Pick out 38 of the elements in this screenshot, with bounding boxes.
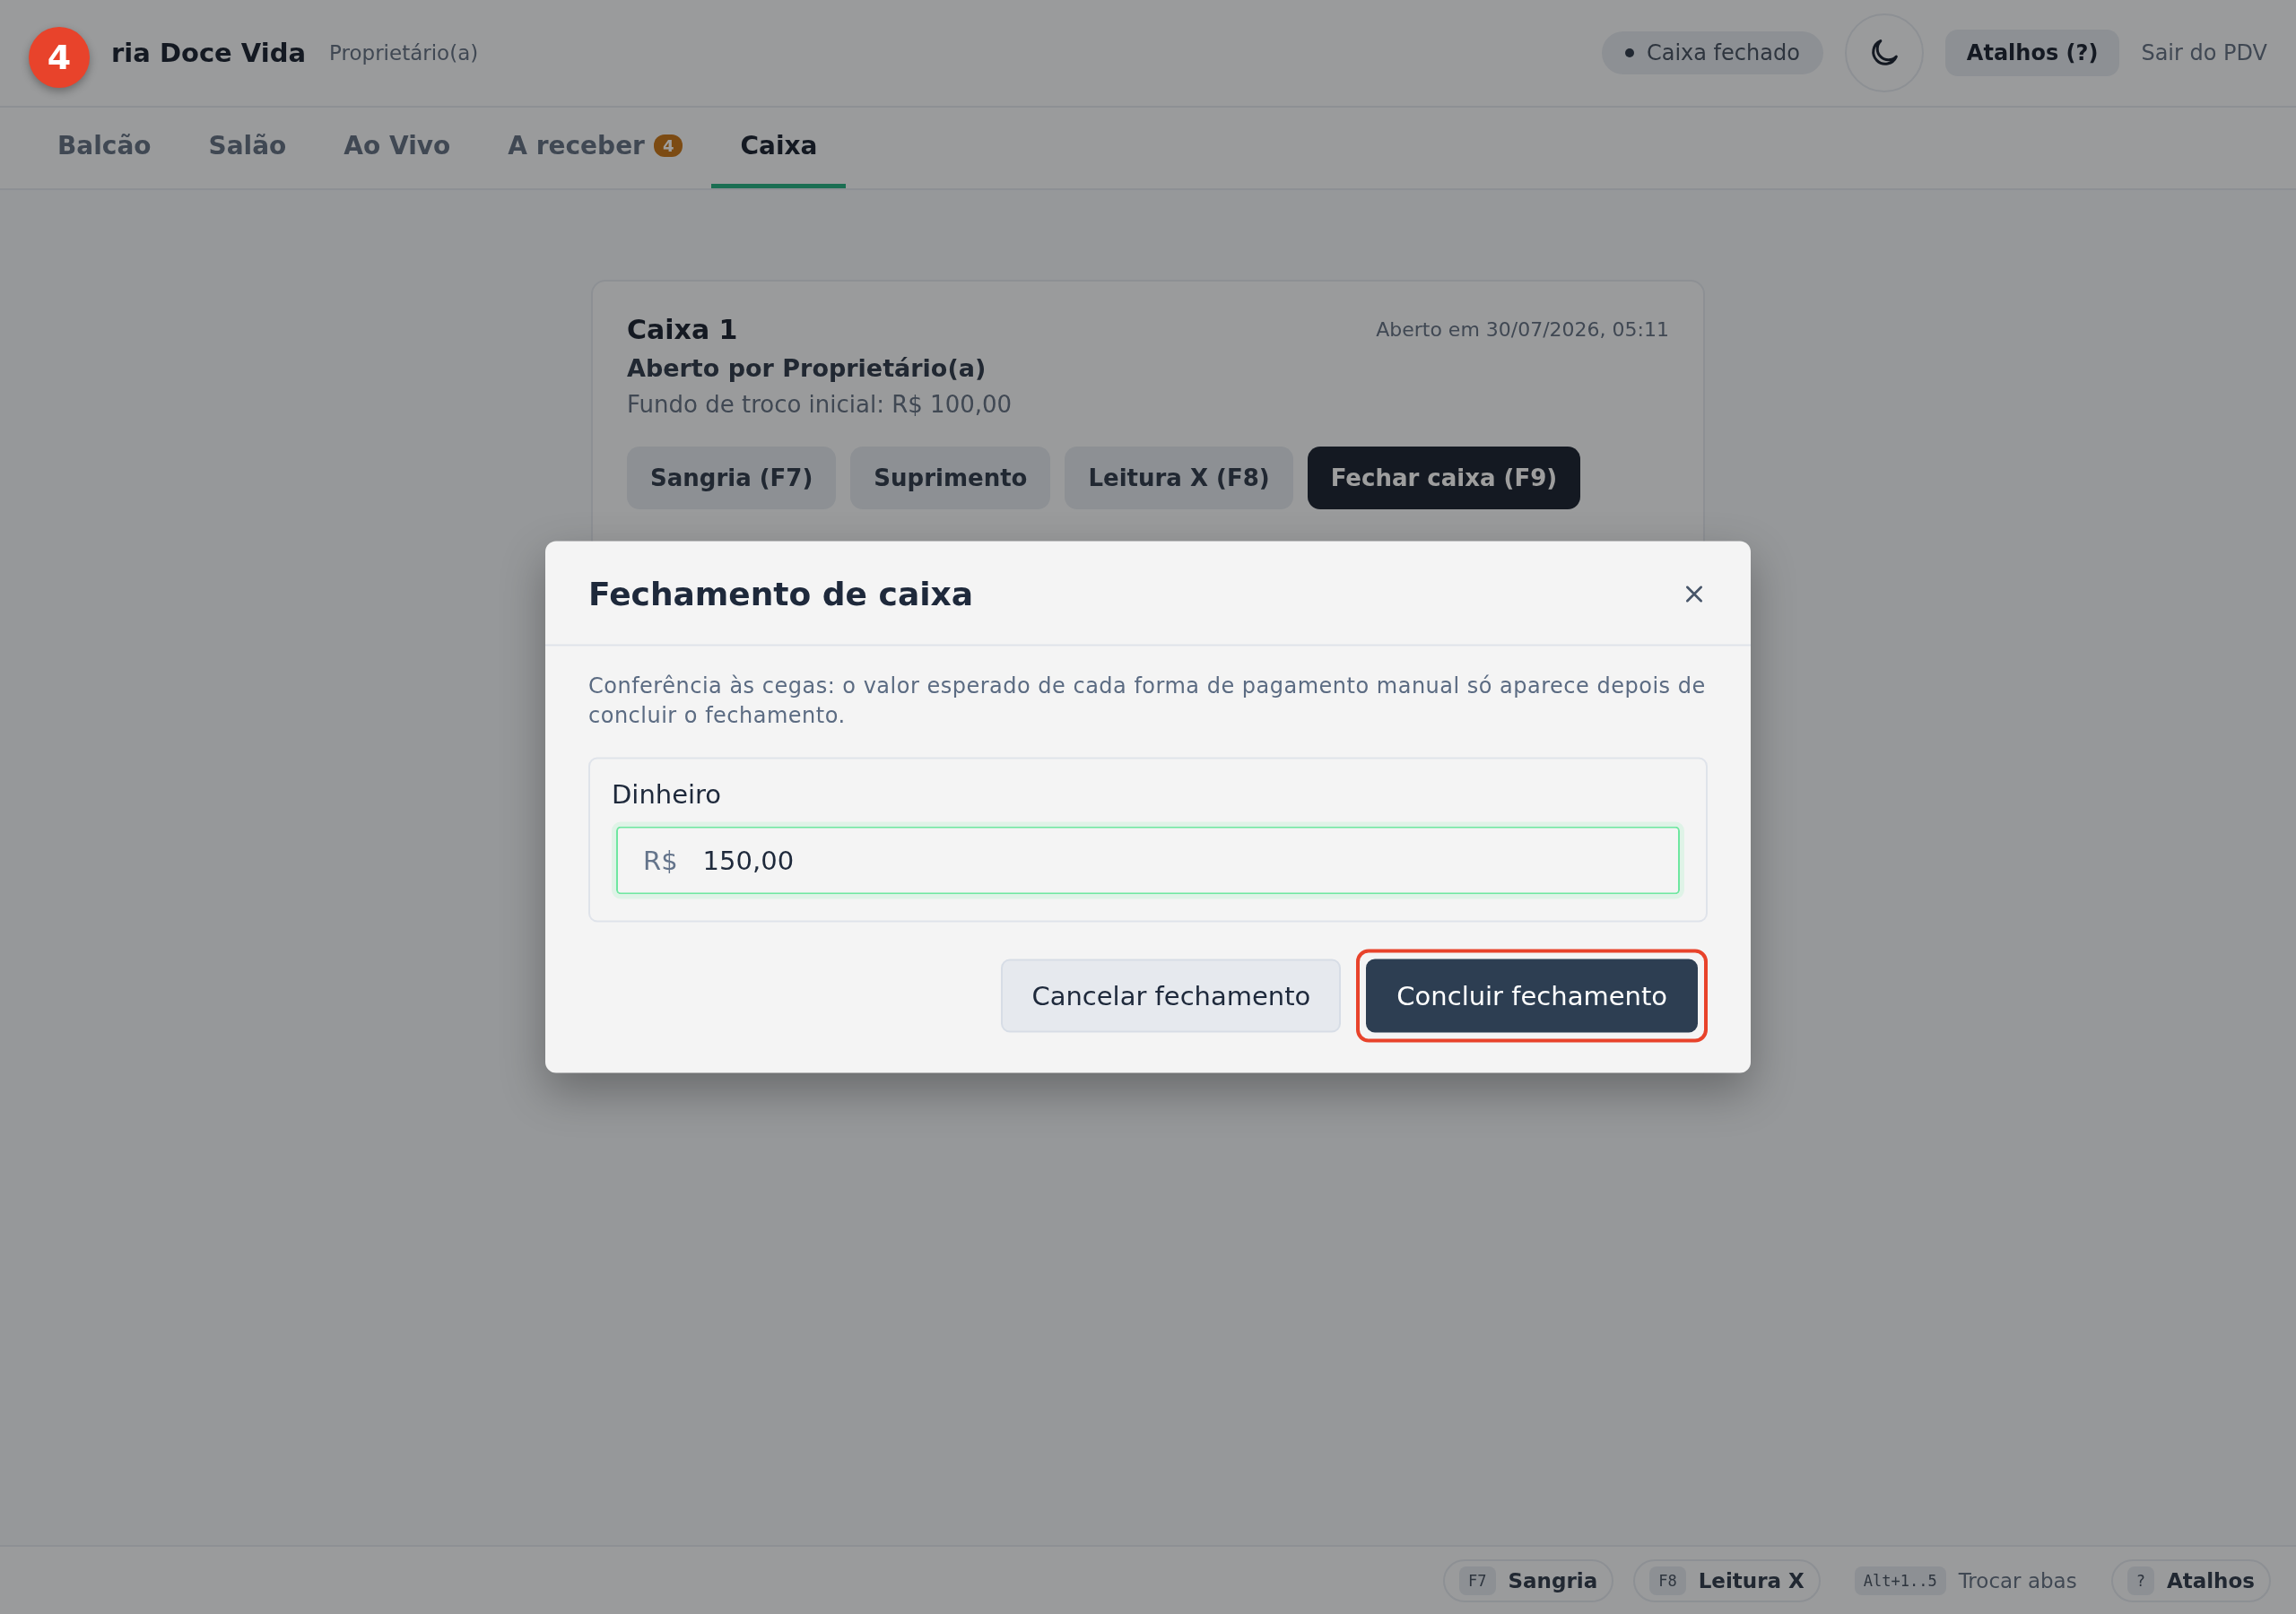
- status-dot-icon: [1624, 48, 1634, 57]
- action-button[interactable]: Suprimento: [850, 447, 1051, 509]
- brand-name: ria Doce Vida: [111, 38, 307, 68]
- tab[interactable]: Salão: [179, 108, 316, 188]
- tab[interactable]: Ao Vivo: [315, 108, 480, 188]
- register-title: Caixa 1: [627, 314, 738, 345]
- count-badge: 4: [653, 134, 683, 157]
- tab[interactable]: Caixa: [711, 108, 847, 188]
- tab[interactable]: Balcão: [29, 108, 180, 188]
- action-button[interactable]: Leitura X (F8): [1065, 447, 1293, 509]
- cancel-button[interactable]: Cancelar fechamento: [1001, 959, 1342, 1033]
- key-cap: Alt+1..5: [1854, 1566, 1946, 1595]
- action-button[interactable]: Fechar caixa (F9): [1307, 447, 1581, 509]
- close-icon: [1684, 584, 1704, 603]
- initial-change: Fundo de troco inicial: R$ 100,00: [627, 391, 1013, 418]
- opened-by: Aberto por Proprietário(a): [627, 354, 987, 382]
- shortcut-hint[interactable]: F8 Leitura X: [1633, 1558, 1821, 1602]
- dialog-note: Conferência às cegas: o valor esperado de cada forma de pagamento manual só aparece depois de concluir o fechamento.: [588, 672, 1707, 730]
- dialog-title: Fechamento de caixa: [588, 575, 974, 612]
- hint-label: Trocar abas: [1958, 1568, 2077, 1592]
- opened-date: Aberto em 30/07/2026, 05:11: [1376, 318, 1669, 341]
- action-button[interactable]: Sangria (F7): [627, 447, 837, 509]
- exit-link[interactable]: Sair do PDV: [2141, 40, 2267, 65]
- field-label: Dinheiro: [612, 778, 723, 810]
- shortcut-hint[interactable]: F7 Sangria: [1443, 1558, 1614, 1602]
- shortcuts-button[interactable]: Atalhos (?): [1944, 30, 2120, 76]
- key-cap: F8: [1649, 1566, 1686, 1595]
- amount-field[interactable]: R$ 150,00: [612, 821, 1684, 899]
- tab[interactable]: A receber 4: [479, 108, 712, 188]
- status-label: Caixa fechado: [1646, 40, 1800, 65]
- hint-label: Atalhos: [2166, 1568, 2255, 1592]
- key-cap: F7: [1459, 1566, 1496, 1595]
- hint-label: Sangria: [1508, 1568, 1598, 1592]
- user-role: Proprietário(a): [329, 41, 479, 65]
- hint-label: Leitura X: [1698, 1568, 1805, 1592]
- shortcut-hint[interactable]: ? Atalhos: [2110, 1558, 2271, 1602]
- confirm-button[interactable]: Concluir fechamento: [1366, 959, 1698, 1033]
- key-cap: ?: [2126, 1566, 2154, 1595]
